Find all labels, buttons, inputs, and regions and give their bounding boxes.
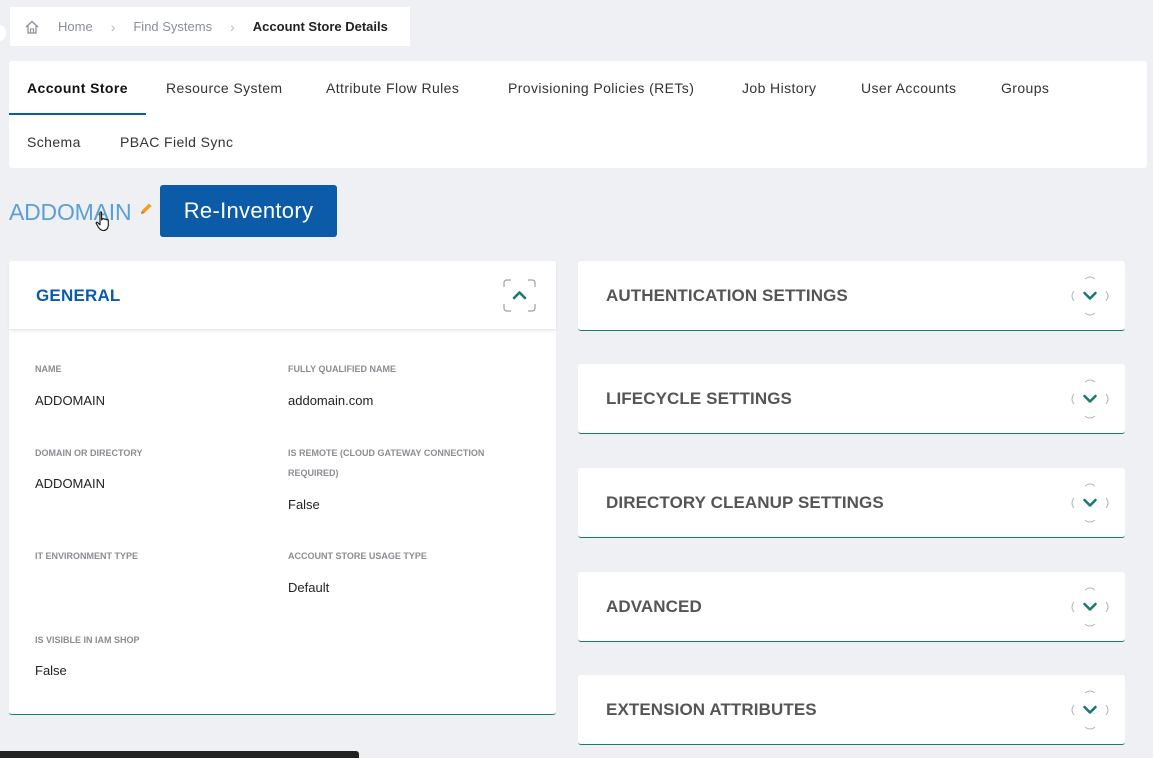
tab-pbac-field-sync[interactable]: PBAC Field Sync [120,115,233,169]
chevron-down-icon[interactable] [1068,585,1112,629]
usage-type-value: Default [288,580,330,595]
it-environment-label: IT ENVIRONMENT TYPE [35,551,139,561]
accordion-title: AUTHENTICATION SETTINGS [606,286,848,305]
chevron-right-icon: › [110,18,116,35]
general-panel: GENERAL NAME ADDOMAIN FULLY QUALIFIED NA… [9,261,556,715]
home-icon[interactable] [24,19,40,35]
tab-user-accounts[interactable]: User Accounts [861,61,956,115]
breadcrumb: Home › Find Systems › Account Store Deta… [10,7,410,46]
accordion-title: LIFECYCLE SETTINGS [606,389,792,408]
tab-bar: Account Store Resource System Attribute … [9,61,1147,168]
accordion-title: ADVANCED [606,597,702,616]
side-panel-handle[interactable] [0,25,6,41]
breadcrumb-current: Account Store Details [252,19,388,34]
is-remote-label: IS REMOTE (CLOUD GATEWAY CONNECTION REQU… [288,448,485,478]
tab-resource-system[interactable]: Resource System [166,61,282,115]
pencil-icon[interactable] [138,201,154,222]
name-value: ADDOMAIN [35,393,106,408]
tab-groups[interactable]: Groups [1001,61,1049,115]
tab-attribute-flow-rules[interactable]: Attribute Flow Rules [326,61,459,115]
name-label: NAME [35,364,62,374]
accordion-advanced[interactable]: ADVANCED [578,572,1125,642]
tab-schema[interactable]: Schema [27,115,81,169]
chevron-down-icon[interactable] [1068,274,1112,318]
chevron-down-icon[interactable] [1068,688,1112,732]
chevron-up-icon[interactable] [503,279,536,312]
domain-value: ADDOMAIN [35,476,106,491]
store-name-title[interactable]: ADDOMAIN [9,199,132,226]
accordion-title: EXTENSION ATTRIBUTES [606,700,817,719]
fqn-value: addomain.com [288,393,374,408]
breadcrumb-home[interactable]: Home [58,19,93,34]
general-title: GENERAL [36,286,121,305]
tab-account-store[interactable]: Account Store [9,61,146,115]
is-remote-value: False [288,497,320,512]
re-inventory-button[interactable]: Re-Inventory [160,185,337,237]
accordion-directory-cleanup-settings[interactable]: DIRECTORY CLEANUP SETTINGS [578,468,1125,538]
fqn-label: FULLY QUALIFIED NAME [288,364,397,374]
general-panel-header: GENERAL [9,261,556,330]
bottom-toolbar [0,751,359,758]
is-visible-label: IS VISIBLE IN IAM SHOP [35,635,140,645]
hand-cursor-icon [94,211,112,238]
chevron-right-icon: › [230,18,235,35]
domain-label: DOMAIN OR DIRECTORY [35,448,143,458]
tab-provisioning-policies[interactable]: Provisioning Policies (RETs) [508,61,694,115]
tab-job-history[interactable]: Job History [742,61,816,115]
chevron-down-icon[interactable] [1068,377,1112,421]
is-visible-value: False [35,663,67,678]
breadcrumb-find-systems[interactable]: Find Systems [133,19,212,34]
accordion-authentication-settings[interactable]: AUTHENTICATION SETTINGS [578,261,1125,331]
accordion-title: DIRECTORY CLEANUP SETTINGS [606,493,884,512]
accordion-extension-attributes[interactable]: EXTENSION ATTRIBUTES [578,675,1125,745]
usage-type-label: ACCOUNT STORE USAGE TYPE [288,551,427,561]
chevron-down-icon[interactable] [1068,481,1112,525]
accordion-lifecycle-settings[interactable]: LIFECYCLE SETTINGS [578,364,1125,434]
